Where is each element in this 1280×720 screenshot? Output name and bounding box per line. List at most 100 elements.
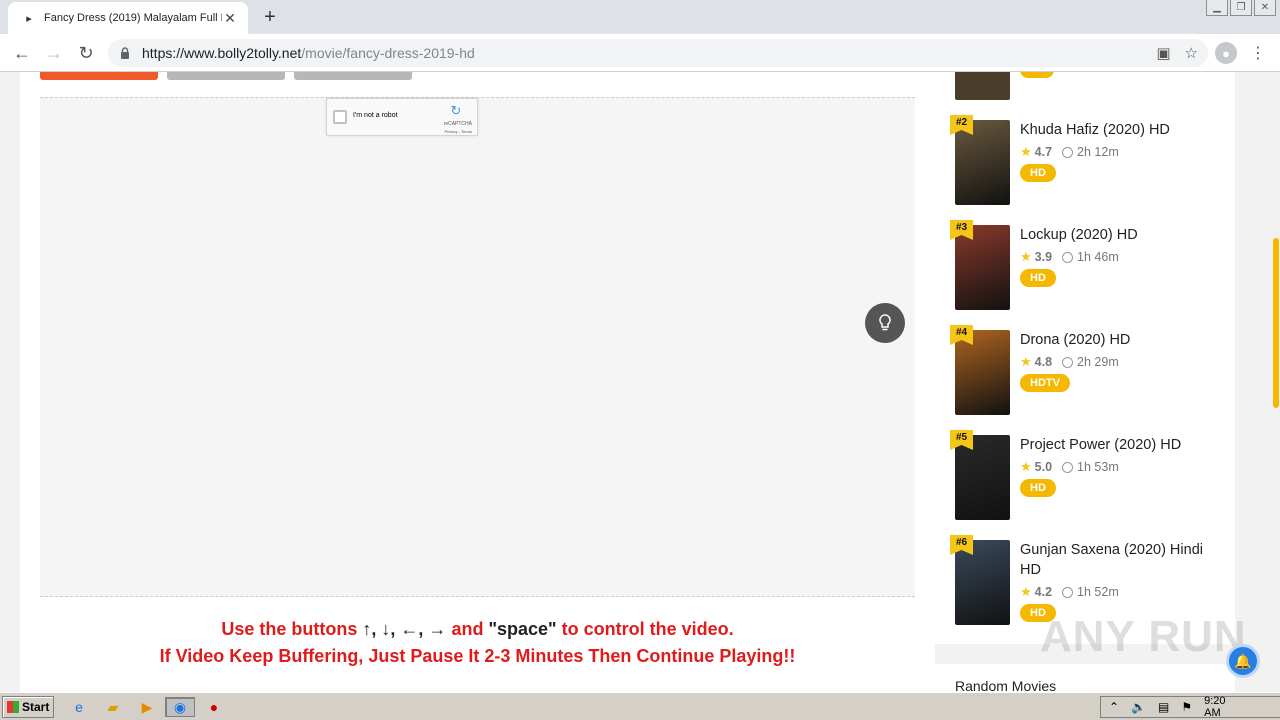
notification-bell-icon[interactable]: 🔔 bbox=[1226, 644, 1260, 678]
server-button-2[interactable] bbox=[167, 72, 285, 80]
start-button[interactable]: Start bbox=[2, 696, 54, 718]
movie-duration: 1h 46m bbox=[1077, 250, 1119, 264]
star-icon: ★ bbox=[1020, 459, 1032, 474]
system-tray: ⌃ 🔈 ▤ ⚑ 9:20 AM bbox=[1100, 695, 1280, 719]
minimize-button[interactable]: ▁ bbox=[1206, 0, 1228, 16]
movie-meta: ★ 4.8 2h 29m bbox=[1020, 354, 1119, 370]
popup-blocked-icon[interactable]: ▣ bbox=[1156, 44, 1170, 62]
opera-icon[interactable]: ● bbox=[203, 697, 225, 717]
bookmark-star-icon[interactable]: ☆ bbox=[1185, 44, 1198, 62]
movie-poster[interactable] bbox=[955, 540, 1010, 625]
movie-duration: 2h 29m bbox=[1077, 355, 1119, 369]
star-icon: ★ bbox=[1020, 584, 1032, 599]
movie-duration: 2h 12m bbox=[1077, 145, 1119, 159]
menu-icon[interactable]: ⋮ bbox=[1250, 42, 1266, 64]
controls-notice: Use the buttons ↑, ↓, ←, → and "space" t… bbox=[20, 619, 935, 640]
quality-badge: HD bbox=[1020, 164, 1056, 182]
explorer-folder-icon[interactable]: ▰ bbox=[102, 697, 124, 717]
close-window-button[interactable]: ✕ bbox=[1254, 0, 1276, 16]
top-movie-item[interactable]: #2 Khuda Hafiz (2020) HD ★ 4.7 2h 12m HD bbox=[950, 115, 1230, 210]
movie-rating: 4.8 bbox=[1034, 355, 1053, 369]
clock-icon bbox=[1062, 251, 1074, 263]
tab-strip: ▸ Fancy Dress (2019) Malayalam Full M ✕ … bbox=[0, 0, 1280, 34]
recaptcha-checkbox[interactable] bbox=[333, 110, 347, 124]
scroll-thumb[interactable] bbox=[1273, 238, 1279, 408]
top-movie-item[interactable]: #3 Lockup (2020) HD ★ 3.9 1h 46m HD bbox=[950, 220, 1230, 315]
movie-poster[interactable] bbox=[955, 225, 1010, 310]
star-icon: ★ bbox=[1020, 249, 1032, 264]
movie-title[interactable]: Gunjan Saxena (2020) Hindi HD bbox=[1020, 540, 1225, 580]
lightbulb-button[interactable] bbox=[865, 303, 905, 343]
movie-rating: 4.7 bbox=[1034, 145, 1053, 159]
movie-title[interactable]: Khuda Hafiz (2020) HD bbox=[1020, 120, 1225, 140]
notice-suffix: to control the video. bbox=[561, 619, 734, 639]
random-movies-section: Random Movies bbox=[935, 664, 1235, 692]
omnibox-actions: ▣ ☆ bbox=[1156, 44, 1198, 62]
star-icon: ★ bbox=[1020, 354, 1032, 369]
clock-icon bbox=[1062, 356, 1074, 368]
tray-expand-icon[interactable]: ⌃ bbox=[1109, 700, 1119, 714]
url-path: /movie/fancy-dress-2019-hd bbox=[301, 45, 475, 61]
movie-rating: 3.9 bbox=[1034, 250, 1053, 264]
forward-button[interactable]: → bbox=[42, 41, 66, 65]
recaptcha-terms[interactable]: Privacy - Terms bbox=[445, 129, 472, 134]
top-movie-item[interactable]: #5 Project Power (2020) HD ★ 5.0 1h 53m HD bbox=[950, 430, 1230, 525]
new-tab-button[interactable]: + bbox=[258, 5, 282, 29]
movie-title[interactable]: Project Power (2020) HD bbox=[1020, 435, 1225, 455]
buffering-notice: If Video Keep Buffering, Just Pause It 2… bbox=[159, 646, 796, 666]
top-movies-sidebar: #2 Khuda Hafiz (2020) HD ★ 4.7 2h 12m HD #3 Loc… bbox=[935, 72, 1235, 644]
movie-meta: ★ 4.2 1h 52m bbox=[1020, 584, 1119, 600]
quality-badge: HD bbox=[1020, 269, 1056, 287]
site-favicon-icon: ▸ bbox=[26, 12, 32, 25]
ie-icon[interactable]: e bbox=[68, 697, 90, 717]
poster-previous[interactable] bbox=[955, 72, 1010, 100]
lightbulb-icon bbox=[879, 314, 891, 331]
recaptcha-widget[interactable]: I'm not a robot ↻ reCAPTCHA Privacy - Te… bbox=[326, 98, 478, 136]
network-icon[interactable]: ▤ bbox=[1158, 700, 1169, 714]
windows-logo-icon bbox=[7, 701, 19, 713]
recaptcha-brand: reCAPTCHA bbox=[443, 121, 472, 127]
restore-button[interactable]: ❐ bbox=[1230, 0, 1252, 16]
recaptcha-label: I'm not a robot bbox=[353, 112, 398, 119]
address-bar[interactable]: https://www.bolly2tolly.net/movie/fancy-… bbox=[108, 39, 1208, 67]
browser-tab[interactable]: ▸ Fancy Dress (2019) Malayalam Full M ✕ bbox=[8, 2, 248, 34]
movie-poster[interactable] bbox=[955, 435, 1010, 520]
video-player[interactable]: I'm not a robot ↻ reCAPTCHA Privacy - Te… bbox=[40, 97, 915, 597]
server-button-3[interactable] bbox=[294, 72, 412, 80]
movie-rating: 4.2 bbox=[1034, 585, 1053, 599]
clock-icon bbox=[1062, 461, 1074, 473]
clock-icon bbox=[1062, 586, 1074, 598]
random-movies-title: Random Movies bbox=[955, 678, 1057, 692]
star-icon: ★ bbox=[1020, 144, 1032, 159]
movie-meta: ★ 5.0 1h 53m bbox=[1020, 459, 1119, 475]
top-movie-item[interactable]: #4 Drona (2020) HD ★ 4.8 2h 29m HDTV bbox=[950, 325, 1230, 420]
quality-badge: HDTV bbox=[1020, 374, 1070, 392]
page-scrollbar[interactable] bbox=[1272, 72, 1280, 692]
media-player-icon[interactable]: ▶ bbox=[136, 697, 158, 717]
movie-meta: ★ 4.7 2h 12m bbox=[1020, 144, 1119, 160]
url-host: https://www.bolly2tolly.net bbox=[142, 45, 302, 61]
tab-title: Fancy Dress (2019) Malayalam Full M bbox=[44, 12, 222, 24]
server-button-1[interactable] bbox=[40, 72, 158, 80]
movie-poster[interactable] bbox=[955, 330, 1010, 415]
volume-icon[interactable]: 🔈 bbox=[1131, 700, 1146, 714]
window-controls: ▁ ❐ ✕ bbox=[1206, 0, 1276, 16]
movie-title[interactable]: Drona (2020) HD bbox=[1020, 330, 1225, 350]
movie-duration: 1h 53m bbox=[1077, 460, 1119, 474]
close-tab-icon[interactable]: ✕ bbox=[222, 10, 238, 26]
movie-poster[interactable] bbox=[955, 120, 1010, 205]
movie-meta: ★ 3.9 1h 46m bbox=[1020, 249, 1119, 265]
movie-duration: 1h 52m bbox=[1077, 585, 1119, 599]
main-content: I'm not a robot ↻ reCAPTCHA Privacy - Te… bbox=[20, 72, 935, 692]
movie-title[interactable]: Lockup (2020) HD bbox=[1020, 225, 1225, 245]
profile-avatar[interactable]: ● bbox=[1215, 42, 1237, 64]
chrome-taskbar-icon[interactable]: ◉ bbox=[165, 697, 195, 717]
clock-icon bbox=[1062, 146, 1074, 158]
back-button[interactable]: ← bbox=[10, 41, 34, 65]
reload-button[interactable]: ↻ bbox=[74, 41, 98, 65]
notice-space: "space" bbox=[488, 619, 557, 639]
notice-keys: ↑, ↓, ←, → bbox=[362, 619, 447, 639]
quality-badge-previous bbox=[1020, 72, 1054, 78]
action-center-flag-icon[interactable]: ⚑ bbox=[1181, 700, 1192, 714]
start-label: Start bbox=[22, 700, 50, 714]
